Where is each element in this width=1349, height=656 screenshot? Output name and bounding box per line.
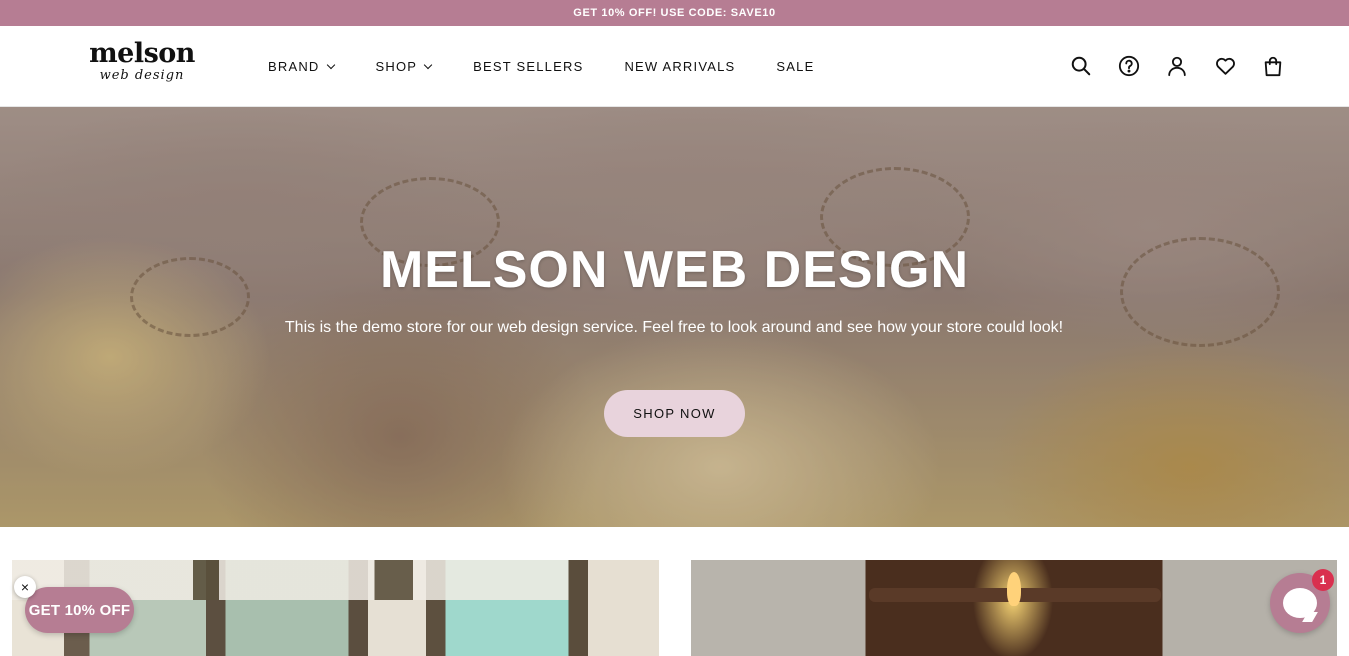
candle-flame [1007,572,1021,606]
logo-tagline: web design [99,68,185,83]
nav-item-shop[interactable]: SHOP [375,58,433,74]
store-logo[interactable]: melson web design [82,38,202,94]
chevron-down-icon [326,60,335,69]
site-header: melson web design BRAND SHOP BEST SELLER… [0,26,1349,107]
chat-notification-badge: 1 [1312,569,1334,591]
nav-item-sale[interactable]: SALE [776,59,814,74]
chevron-down-icon [423,60,433,69]
shop-now-button[interactable]: SHOP NOW [604,390,745,437]
discount-popup-button[interactable]: GET 10% OFF [25,587,134,633]
account-icon[interactable] [1165,54,1189,78]
nav-item-label: BEST SELLERS [473,58,584,74]
announcement-text: GET 10% OFF! USE CODE: SAVE10 [573,7,776,19]
nav-item-brand[interactable]: BRAND [268,58,335,74]
nav-item-label: BRAND [268,58,320,74]
close-icon[interactable]: × [14,576,36,598]
nav-item-best-sellers[interactable]: BEST SELLERS [473,59,583,74]
logo-wordmark: melson [89,38,195,69]
search-icon[interactable] [1069,54,1093,78]
announcement-bar: GET 10% OFF! USE CODE: SAVE10 [0,0,1349,26]
help-icon[interactable] [1117,54,1141,78]
nav-item-label: NEW ARRIVALS [624,58,736,74]
nav-item-label: SALE [776,58,815,74]
collection-tile-candles[interactable] [691,560,1337,656]
nav-item-new-arrivals[interactable]: NEW ARRIVALS [624,59,735,74]
nav-item-label: SHOP [375,58,418,74]
main-nav: BRAND SHOP BEST SELLERS NEW ARRIVALS SAL… [268,26,814,106]
cart-icon[interactable] [1261,54,1285,78]
header-icons [1069,26,1285,106]
wishlist-icon[interactable] [1213,54,1237,78]
hero-banner: MELSON WEB DESIGN This is the demo store… [0,107,1349,527]
hero-description: This is the demo store for our web desig… [284,319,1064,336]
chat-bubble-icon [1283,588,1317,618]
hero-title: MELSON WEB DESIGN [379,241,970,299]
